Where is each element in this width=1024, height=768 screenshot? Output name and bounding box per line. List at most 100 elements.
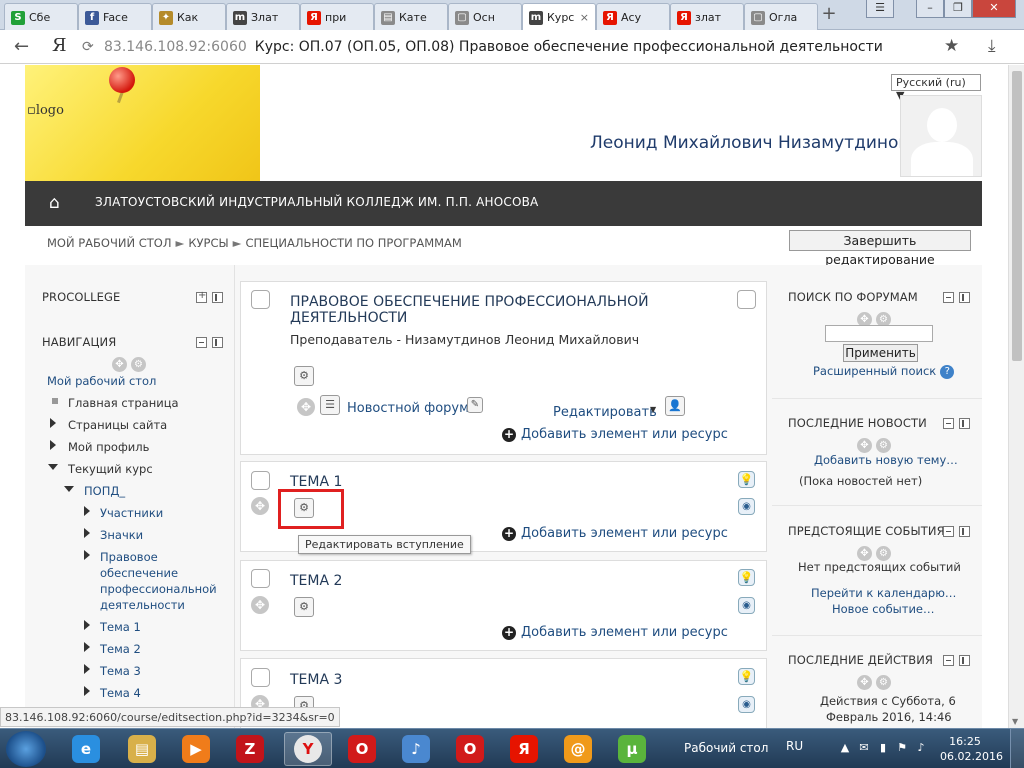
browser-tab[interactable]: S Сбе: [4, 3, 78, 30]
scrollbar-thumb[interactable]: [1012, 71, 1022, 361]
browser-tab[interactable]: Язлат: [670, 3, 744, 30]
browser-tab[interactable]: ▤ Кате: [374, 3, 448, 30]
visibility-eye-icon[interactable]: ◉: [738, 498, 755, 515]
dock-icon[interactable]: [959, 292, 970, 303]
taskbar-app-button[interactable]: e: [62, 732, 110, 766]
gear-icon[interactable]: ⚙: [131, 357, 146, 372]
flag-icon[interactable]: ⚑: [895, 741, 909, 755]
close-tab-icon[interactable]: ×: [580, 11, 589, 24]
section-checkbox-right[interactable]: [737, 290, 756, 309]
move-icon[interactable]: ✥: [112, 357, 127, 372]
nav-my-profile[interactable]: Мой профиль: [68, 440, 149, 454]
user-menu[interactable]: Леонид Михайлович Низамутдинов ▼: [590, 133, 927, 153]
nav-participants[interactable]: Участники: [100, 506, 163, 520]
browser-tab[interactable]: ▢ Огла: [744, 3, 818, 30]
section-checkbox[interactable]: [251, 471, 270, 490]
collapse-icon[interactable]: [943, 292, 954, 303]
user-avatar[interactable]: [900, 95, 982, 177]
collapse-icon[interactable]: [943, 526, 954, 537]
section-title[interactable]: ТЕМА 1: [290, 474, 342, 490]
taskbar-app-button[interactable]: O: [446, 732, 494, 766]
expand-arrow-icon[interactable]: [84, 642, 90, 652]
taskbar-app-button[interactable]: µ: [608, 732, 656, 766]
tray-app-icon[interactable]: ✉: [857, 741, 871, 755]
site-logo[interactable]: ▫logo: [27, 103, 64, 118]
edit-summary-icon[interactable]: ⚙: [294, 366, 314, 386]
taskbar-app-button[interactable]: @: [554, 732, 602, 766]
expand-arrow-icon[interactable]: [84, 686, 90, 696]
collapse-arrow-icon[interactable]: [48, 464, 58, 470]
nav-course-topic-line4[interactable]: деятельности: [100, 598, 185, 612]
expand-arrow-icon[interactable]: [84, 528, 90, 538]
assign-roles-person-icon[interactable]: 👤: [665, 396, 685, 416]
move-icon[interactable]: ✥: [857, 438, 872, 453]
collapse-icon[interactable]: [196, 337, 207, 348]
taskbar-app-button[interactable]: Y: [284, 732, 332, 766]
new-event-link[interactable]: Новое событие…: [832, 602, 935, 616]
page-info-icon[interactable]: ⟳: [82, 39, 104, 55]
expand-arrow-icon[interactable]: [50, 440, 56, 450]
browser-tab[interactable]: Я Асу: [596, 3, 670, 30]
move-icon[interactable]: ✥: [251, 596, 269, 614]
back-arrow-icon[interactable]: ←: [14, 36, 29, 57]
dock-icon[interactable]: [212, 292, 223, 303]
browser-tab[interactable]: ✦ Как: [152, 3, 226, 30]
add-topic-link[interactable]: Добавить новую тему…: [814, 453, 958, 467]
dock-icon[interactable]: [959, 526, 970, 537]
close-window-button[interactable]: ✕: [972, 0, 1016, 18]
nav-course-topic-line3[interactable]: профессиональной: [100, 582, 217, 596]
section-checkbox[interactable]: [251, 668, 270, 687]
input-language[interactable]: RU: [786, 739, 803, 753]
apply-button[interactable]: Применить: [843, 344, 918, 362]
add-resource-link[interactable]: + Добавить элемент или ресурс: [502, 526, 728, 541]
bookmark-star-icon[interactable]: ★: [944, 36, 959, 56]
gear-icon[interactable]: ⚙: [876, 675, 891, 690]
start-button[interactable]: [6, 731, 46, 767]
maximize-button[interactable]: ❐: [944, 0, 972, 18]
section-checkbox[interactable]: [251, 569, 270, 588]
nav-course-short[interactable]: ПОПД_: [84, 484, 125, 498]
volume-icon[interactable]: ♪: [914, 741, 928, 755]
highlight-bulb-icon[interactable]: 💡: [738, 668, 755, 685]
dock-icon[interactable]: [959, 418, 970, 429]
collapse-icon[interactable]: [943, 418, 954, 429]
collapse-arrow-icon[interactable]: [64, 486, 74, 492]
chevron-down-icon[interactable]: ▼: [650, 405, 656, 414]
taskbar-app-button[interactable]: ▤: [118, 732, 166, 766]
taskbar-app-button[interactable]: ♪: [392, 732, 440, 766]
highlight-bulb-icon[interactable]: 💡: [738, 569, 755, 586]
news-forum-link[interactable]: Новостной форум: [347, 401, 469, 416]
url-field[interactable]: ⟳ 83.146.108.92:6060 Курс: ОП.07 (ОП.05,…: [82, 34, 972, 60]
show-desktop-button[interactable]: [1010, 729, 1024, 768]
tray-arrow-icon[interactable]: ▲: [838, 741, 852, 755]
add-resource-link[interactable]: + Добавить элемент или ресурс: [502, 625, 728, 640]
edit-summary-icon[interactable]: ⚙: [294, 597, 314, 617]
network-icon[interactable]: ▮: [876, 741, 890, 755]
expand-icon[interactable]: [196, 290, 207, 303]
gear-icon[interactable]: ⚙: [876, 546, 891, 561]
edit-menu-link[interactable]: Редактировать: [553, 405, 657, 420]
nav-theme-2[interactable]: Тема 2: [100, 642, 141, 656]
minimize-button[interactable]: –: [916, 0, 944, 18]
move-icon[interactable]: ✥: [857, 546, 872, 561]
vertical-scrollbar[interactable]: ▼: [1008, 65, 1024, 728]
expand-arrow-icon[interactable]: [84, 506, 90, 516]
advanced-search-link[interactable]: Расширенный поиск?: [813, 364, 955, 379]
breadcrumb-item-desk[interactable]: МОЙ РАБОЧИЙ СТОЛ: [47, 236, 171, 250]
taskbar-app-button[interactable]: ▶: [172, 732, 220, 766]
nav-current-course[interactable]: Текущий курс: [68, 462, 153, 476]
college-name-link[interactable]: ЗЛАТОУСТОВСКИЙ ИНДУСТРИАЛЬНЫЙ КОЛЛЕДЖ ИМ…: [95, 195, 538, 209]
nav-badges[interactable]: Значки: [100, 528, 143, 542]
scroll-down-arrow-icon[interactable]: ▼: [1012, 717, 1018, 726]
nav-theme-4[interactable]: Тема 4: [100, 686, 141, 700]
nav-home-page[interactable]: Главная страница: [68, 396, 179, 410]
nav-theme-1[interactable]: Тема 1: [100, 620, 141, 634]
browser-tab[interactable]: ▢ Осн: [448, 3, 522, 30]
section-title[interactable]: ТЕМА 3: [290, 672, 342, 688]
section-checkbox[interactable]: [251, 290, 270, 309]
nav-theme-3[interactable]: Тема 3: [100, 664, 141, 678]
nav-my-desk[interactable]: Мой рабочий стол: [47, 374, 156, 388]
expand-arrow-icon[interactable]: [84, 550, 90, 560]
move-icon[interactable]: ✥: [297, 398, 315, 416]
language-select[interactable]: Русский (ru) ▼: [891, 74, 981, 102]
